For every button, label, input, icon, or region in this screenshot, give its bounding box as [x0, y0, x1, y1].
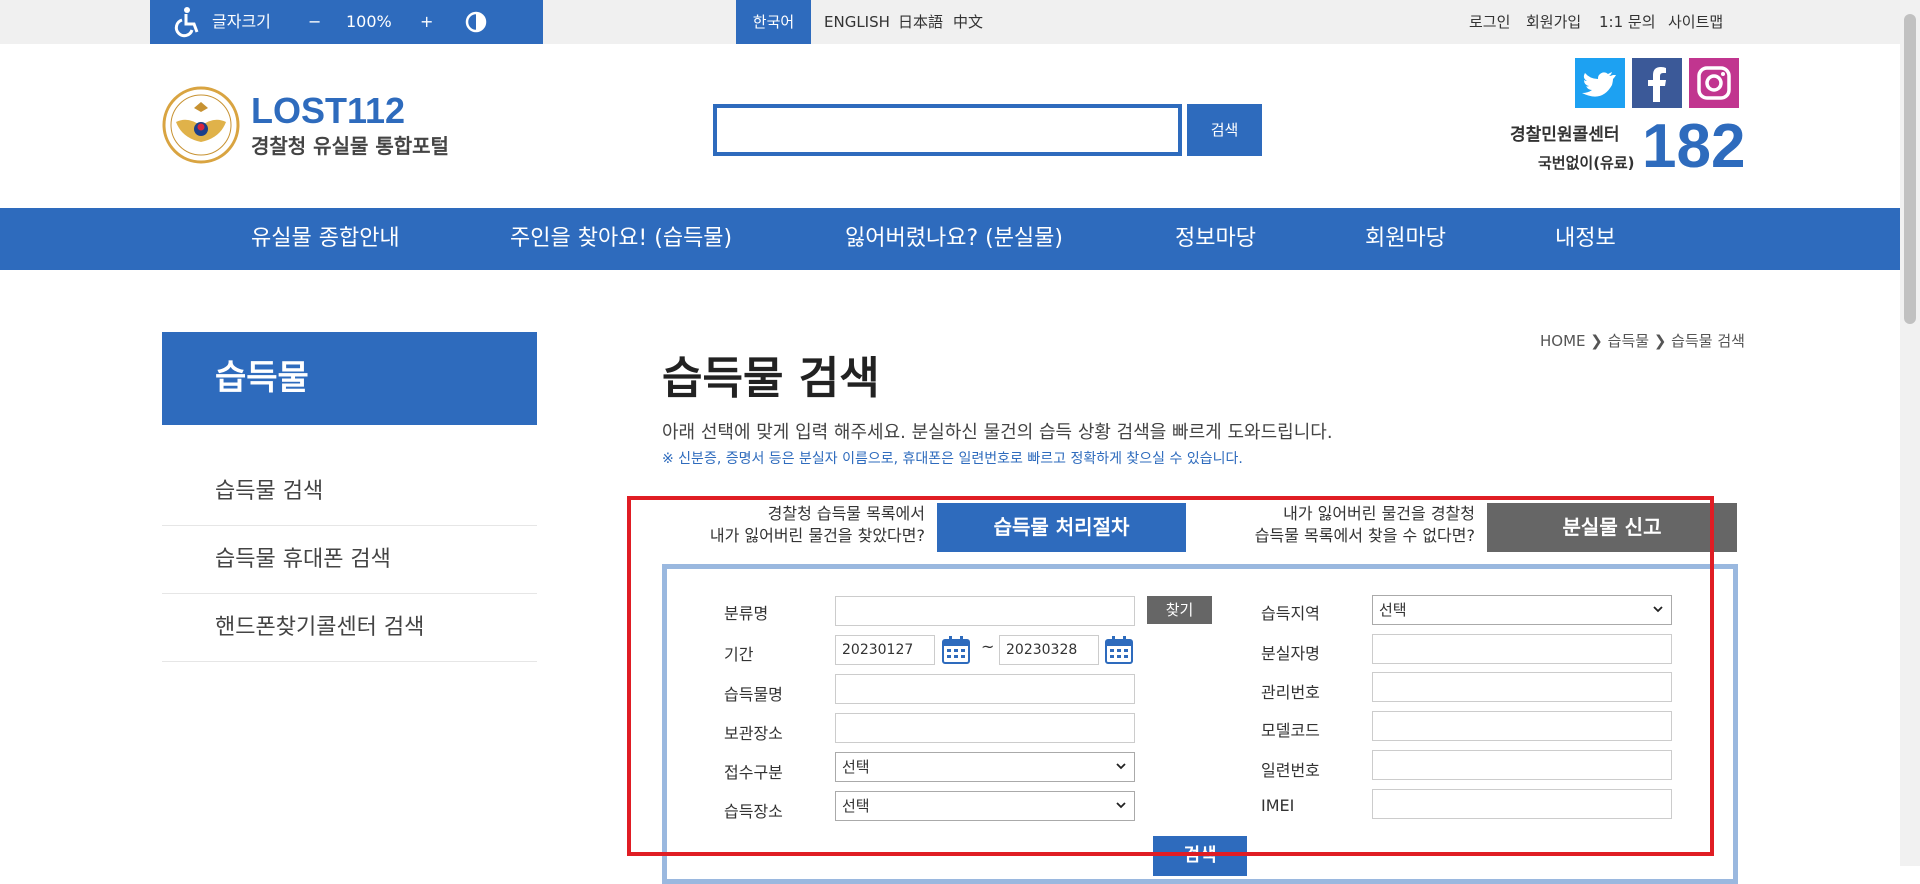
sidebar-item-phone-search[interactable]: 습득물 휴대폰 검색 [162, 526, 537, 594]
page-description: 아래 선택에 맞게 입력 해주세요. 분실하신 물건의 습득 상황 검색을 빠르… [662, 422, 1333, 443]
font-size-label: 글자크기 [212, 12, 271, 31]
chevron-right-icon: ❯ [1590, 332, 1608, 350]
page-note: ※ 신분증, 증명서 등은 분실자 이름으로, 휴대폰은 일련번호로 빠르고 정… [662, 451, 1243, 467]
nav-item-guide[interactable]: 유실물 종합안내 [251, 208, 400, 270]
twitter-icon[interactable] [1575, 58, 1625, 108]
sidebar-item-callcenter-search[interactable]: 핸드폰찾기콜센터 검색 [162, 594, 537, 662]
call-center-number: 182 [1642, 112, 1746, 181]
scrollbar-thumb[interactable] [1904, 14, 1916, 324]
main-navigation: 유실물 종합안내 주인을 찾아요! (습득물) 잃어버렸나요? (분실물) 정보… [0, 208, 1900, 270]
logo-title[interactable]: LOST112 [251, 90, 405, 132]
breadcrumb-level2[interactable]: 습득물 검색 [1671, 332, 1745, 350]
signup-link[interactable]: 회원가입 [1526, 0, 1581, 44]
font-decrease-button[interactable]: − [308, 0, 321, 44]
lang-korean[interactable]: 한국어 [736, 0, 811, 44]
highlight-box [627, 496, 1714, 856]
instagram-icon[interactable] [1689, 58, 1739, 108]
site-search-button[interactable]: 검색 [1187, 104, 1262, 156]
facebook-icon[interactable] [1632, 58, 1682, 108]
chevron-right-icon: ❯ [1653, 332, 1672, 350]
call-center-subtext: 국번없이(유료) [1538, 154, 1635, 172]
lang-english[interactable]: ENGLISH [824, 0, 890, 44]
nav-item-my-info[interactable]: 내정보 [1555, 208, 1616, 270]
site-search-input[interactable] [713, 104, 1182, 156]
contrast-icon[interactable] [465, 0, 487, 44]
police-emblem-logo[interactable] [162, 86, 240, 164]
nav-item-member[interactable]: 회원마당 [1365, 208, 1446, 270]
logo-subtitle: 경찰청 유실물 통합포털 [251, 134, 449, 158]
inquiry-link[interactable]: 1:1 문의 [1599, 0, 1656, 44]
sidebar-item-found-search[interactable]: 습득물 검색 [162, 458, 537, 526]
lang-chinese[interactable]: 中文 [953, 0, 983, 44]
font-increase-button[interactable]: + [420, 0, 433, 44]
zoom-level: 100% [346, 12, 392, 31]
page-title: 습득물 검색 [662, 353, 880, 404]
breadcrumb: HOME ❯ 습득물 ❯ 습득물 검색 [1540, 330, 1745, 351]
nav-item-info[interactable]: 정보마당 [1175, 208, 1256, 270]
wheelchair-icon [172, 0, 200, 44]
accessibility-bar: 글자크기 − 100% + [150, 0, 543, 44]
sitemap-link[interactable]: 사이트맵 [1668, 0, 1723, 44]
breadcrumb-level1[interactable]: 습득물 [1608, 332, 1649, 350]
login-link[interactable]: 로그인 [1469, 0, 1510, 44]
lang-japanese[interactable]: 日本語 [898, 0, 943, 44]
call-center-label: 경찰민원콜센터 [1510, 125, 1620, 145]
nav-item-found[interactable]: 주인을 찾아요! (습득물) [510, 208, 732, 270]
nav-item-lost[interactable]: 잃어버렸나요? (분실물) [845, 208, 1063, 270]
sidebar-heading: 습득물 [162, 332, 537, 425]
breadcrumb-home[interactable]: HOME [1540, 332, 1586, 350]
